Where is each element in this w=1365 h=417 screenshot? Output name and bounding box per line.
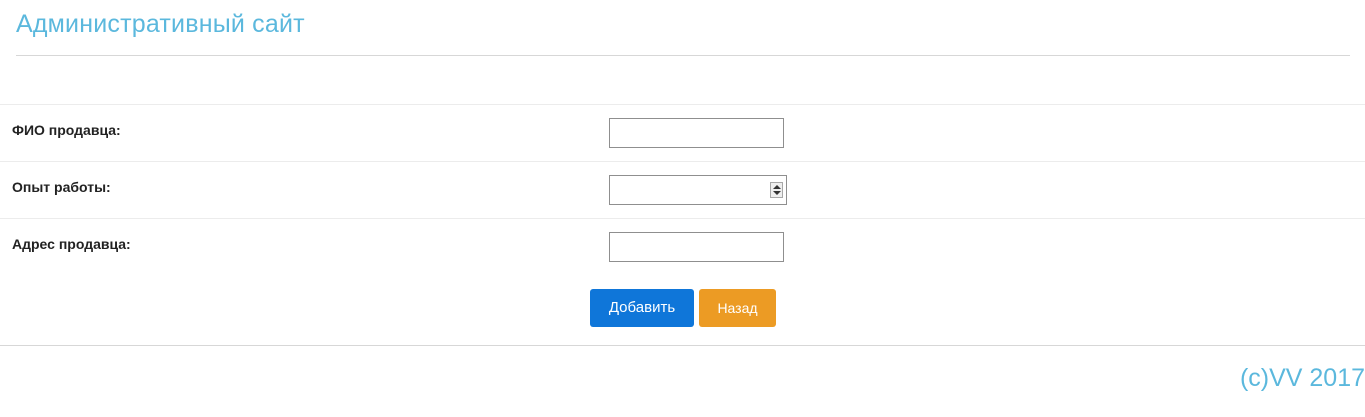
footer-divider xyxy=(0,345,1365,346)
form-actions: Добавить Назад xyxy=(0,275,1365,345)
add-button[interactable]: Добавить xyxy=(590,289,694,327)
number-spinner[interactable] xyxy=(770,182,783,198)
form-row-seller-address: Адрес продавца: xyxy=(0,218,1365,275)
spin-up-arrow-icon[interactable] xyxy=(773,185,781,189)
form-row-seller-name: ФИО продавца: xyxy=(0,104,1365,161)
seller-form: ФИО продавца: Опыт работы: Адрес продавц… xyxy=(0,104,1365,345)
seller-address-input[interactable] xyxy=(609,232,784,262)
page: Административный сайт ФИО продавца: Опыт… xyxy=(0,0,1365,417)
site-title: Административный сайт xyxy=(16,10,305,38)
seller-name-label: ФИО продавца: xyxy=(12,122,121,138)
seller-name-input[interactable] xyxy=(609,118,784,148)
experience-label: Опыт работы: xyxy=(12,179,111,195)
seller-address-label: Адрес продавца: xyxy=(12,236,131,252)
title-divider xyxy=(16,55,1350,56)
form-row-experience: Опыт работы: xyxy=(0,161,1365,218)
back-button[interactable]: Назад xyxy=(699,289,776,327)
spin-down-arrow-icon[interactable] xyxy=(773,191,781,195)
copyright-text: (c)VV 2017 xyxy=(1239,364,1365,392)
experience-number-input[interactable] xyxy=(609,175,787,205)
